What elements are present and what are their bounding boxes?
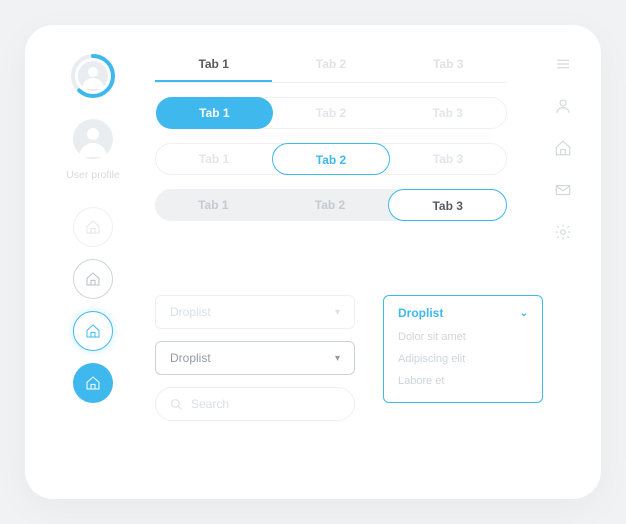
mail-icon[interactable] xyxy=(554,181,572,199)
tab-2[interactable]: Tab 2 xyxy=(272,53,389,82)
avatar-icon xyxy=(73,119,113,159)
droplist-column: Droplist ▾ Droplist ▾ Search xyxy=(155,295,355,421)
profile-label: User profile xyxy=(66,169,120,181)
droplist-option[interactable]: Labore et xyxy=(398,370,528,392)
tabs-pill-outline: Tab 1 Tab 2 Tab 3 xyxy=(155,143,507,175)
droplist-expanded[interactable]: Droplist ⌄ Dolor sit amet Adipiscing eli… xyxy=(383,295,543,403)
tab-1[interactable]: Tab 1 xyxy=(155,53,272,82)
search-input[interactable]: Search xyxy=(155,387,355,421)
tab-1[interactable]: Tab 1 xyxy=(156,143,272,175)
home-button-filled[interactable] xyxy=(73,363,113,403)
tabs-showcase: Tab 1 Tab 2 Tab 3 Tab 1 Tab 2 Tab 3 Tab … xyxy=(155,53,507,221)
tab-3[interactable]: Tab 3 xyxy=(388,189,507,221)
right-icon-rail xyxy=(549,55,577,241)
home-button-active-outline[interactable] xyxy=(73,311,113,351)
tab-1[interactable]: Tab 1 xyxy=(155,189,272,221)
tab-3[interactable]: Tab 3 xyxy=(389,97,506,129)
home-icon xyxy=(85,323,101,339)
avatar-with-progress[interactable] xyxy=(70,53,116,99)
tab-2[interactable]: Tab 2 xyxy=(272,143,390,175)
droplist-label: Droplist xyxy=(398,306,443,320)
chevron-down-icon: ▾ xyxy=(335,307,340,318)
tab-3[interactable]: Tab 3 xyxy=(390,143,506,175)
chevron-down-icon: ⌄ xyxy=(520,308,528,319)
tabs-pill-gray: Tab 1 Tab 2 Tab 3 xyxy=(155,189,507,221)
tab-3[interactable]: Tab 3 xyxy=(390,53,507,82)
droplist-label: Droplist xyxy=(170,305,211,319)
settings-icon[interactable] xyxy=(554,223,572,241)
home-icon xyxy=(85,271,101,287)
home-icon[interactable] xyxy=(554,139,572,157)
menu-icon[interactable] xyxy=(554,55,572,73)
icon-button-variants xyxy=(73,207,113,403)
home-button-light[interactable] xyxy=(73,207,113,247)
tab-1[interactable]: Tab 1 xyxy=(156,97,273,129)
droplist-option[interactable]: Adipiscing elit xyxy=(398,348,528,370)
droplist-light[interactable]: Droplist ▾ xyxy=(155,295,355,329)
home-icon xyxy=(85,375,101,391)
left-column: User profile xyxy=(53,53,133,403)
ui-kit-panel: User profile Tab 1 Tab 2 Tab 3 Tab 1 Tab xyxy=(25,25,601,499)
tabs-underline: Tab 1 Tab 2 Tab 3 xyxy=(155,53,507,83)
user-icon[interactable] xyxy=(554,97,572,115)
droplist-option[interactable]: Dolor sit amet xyxy=(398,326,528,348)
droplist-default[interactable]: Droplist ▾ xyxy=(155,341,355,375)
droplist-label: Droplist xyxy=(170,351,211,365)
tabs-pill-filled: Tab 1 Tab 2 Tab 3 xyxy=(155,97,507,129)
tab-2[interactable]: Tab 2 xyxy=(272,189,389,221)
search-placeholder: Search xyxy=(191,397,229,411)
avatar-placeholder[interactable] xyxy=(73,119,113,159)
home-button-outline[interactable] xyxy=(73,259,113,299)
chevron-down-icon: ▾ xyxy=(335,353,340,364)
tab-2[interactable]: Tab 2 xyxy=(273,97,390,129)
home-icon xyxy=(85,219,101,235)
droplist-header[interactable]: Droplist ⌄ xyxy=(398,306,528,326)
avatar-icon xyxy=(78,61,108,91)
search-icon xyxy=(170,398,183,411)
